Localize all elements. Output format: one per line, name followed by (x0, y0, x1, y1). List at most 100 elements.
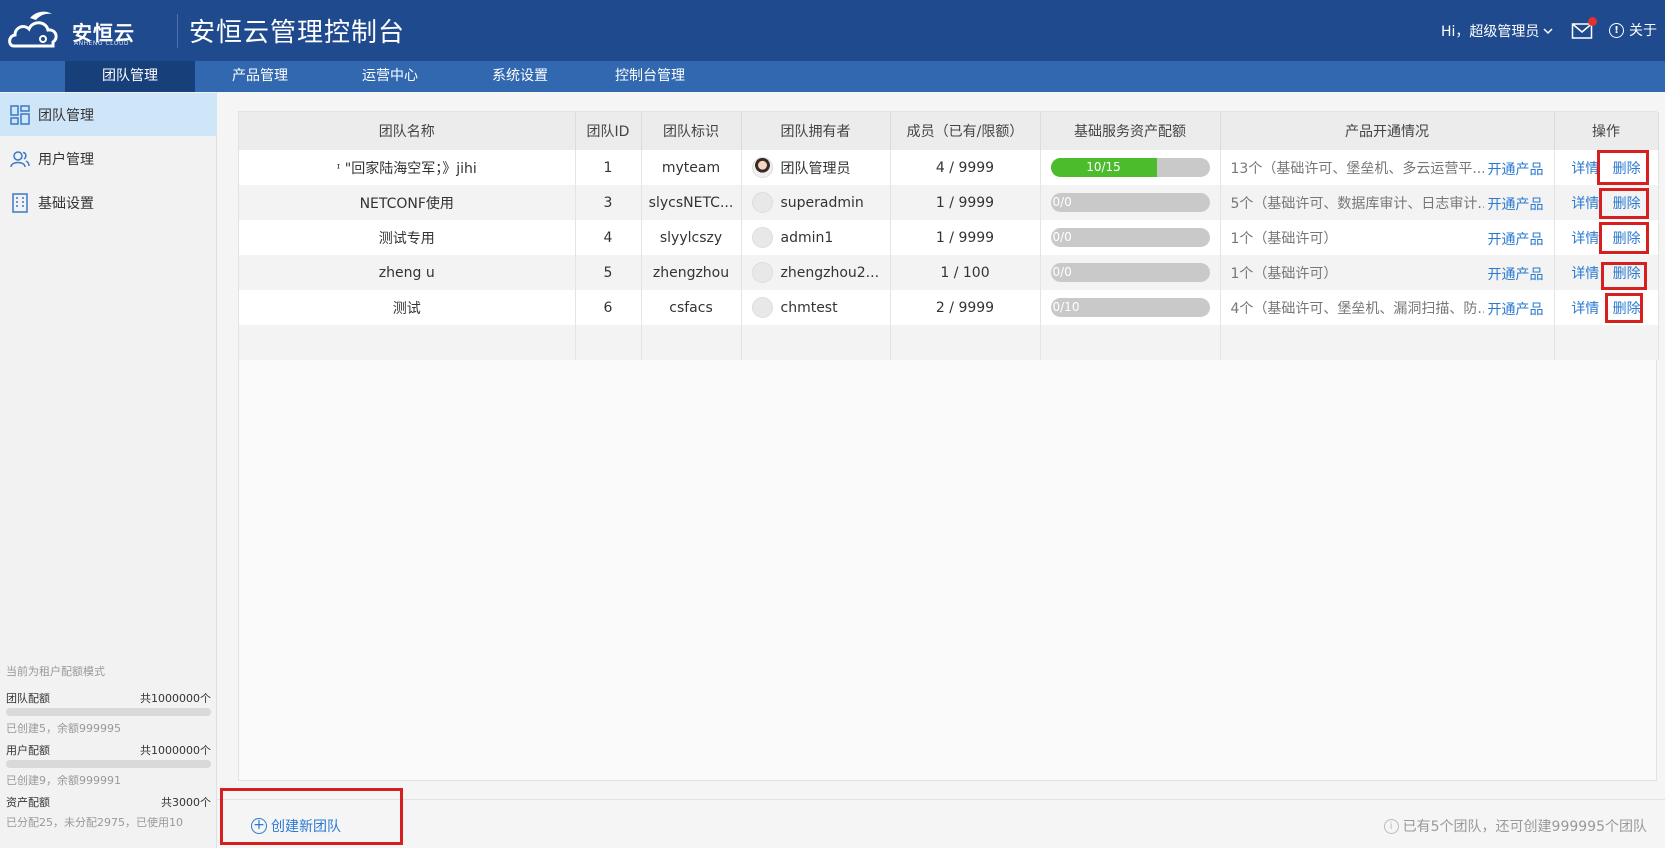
quota-label: 资产配额 (6, 796, 50, 809)
quota-progress-label: 0/0 (1052, 230, 1072, 244)
members-cell: 2 / 9999 (890, 290, 1041, 325)
quota-progress-bar: 0/0 (1050, 263, 1210, 282)
notification-badge (1588, 17, 1597, 26)
quota-progress-bar: 0/0 (1050, 193, 1210, 212)
team-id-cell: 6 (575, 290, 642, 325)
tab-operations-center[interactable]: 运营中心 (340, 61, 440, 92)
quota-progress-bar: 10/15 (1050, 158, 1210, 177)
product-summary: 13个（基础许可、堡垒机、多云运营平... (1230, 160, 1486, 177)
team-tag-cell: myteam (641, 150, 742, 185)
product-summary: 1个（基础许可） (1230, 265, 1338, 282)
detail-link[interactable]: 详情 (1571, 301, 1599, 317)
building-icon (12, 192, 28, 213)
open-product-link[interactable]: 开通产品 (1483, 299, 1544, 319)
footer-bar: + 创建新团队 i 已有5个团队，还可创建999995个团队 (217, 799, 1665, 848)
table-row: 测试专用 4 slyylcszy admin1 1 / 9999 0/0 1个（基础许可） 开… (239, 220, 1659, 255)
tab-system-settings[interactable]: 系统设置 (470, 61, 570, 92)
asset-quota-cell: 10/15 (1040, 150, 1221, 185)
tab-console-management[interactable]: 控制台管理 (600, 61, 700, 92)
column-header[interactable]: 团队ID (575, 112, 642, 150)
owner-name: chmtest (780, 299, 838, 316)
members-cell: 4 / 9999 (890, 150, 1041, 185)
team-id-cell: 5 (575, 255, 642, 290)
asset-quota-cell: 0/0 (1040, 255, 1221, 290)
sidebar-item-user-management[interactable]: 用户管理 (0, 137, 217, 180)
quota-label: 用户配额 (6, 744, 50, 757)
team-count-text: 已有5个团队，还可创建999995个团队 (1402, 819, 1647, 835)
asset-quota-cell: 0/0 (1040, 220, 1221, 255)
dashboard-grid-icon (10, 104, 30, 125)
tab-product-management[interactable]: 产品管理 (210, 61, 310, 92)
asset-quota-cell: 0/10 (1040, 290, 1221, 325)
asset-quota: 资产配额 共3000个 已分配25，未分配2975，已使用10 (6, 794, 211, 830)
team-name-cell: 测试专用 (239, 220, 576, 255)
owner-name: admin1 (780, 229, 834, 246)
column-header[interactable]: 团队拥有者 (741, 112, 891, 150)
column-header[interactable]: 团队名称 (239, 112, 576, 150)
user-menu[interactable]: Hi，超级管理员 (1441, 21, 1553, 41)
quota-progress-bar: 0/10 (1050, 298, 1210, 317)
info-icon: ! (1609, 22, 1624, 38)
column-header[interactable]: 产品开通情况 (1220, 112, 1555, 150)
quota-progress-label: 0/0 (1052, 265, 1072, 279)
owner-name: 团队管理员 (780, 160, 851, 177)
product-status-cell: 4个（基础许可、堡垒机、漏洞扫描、防... 开通产品 (1220, 290, 1555, 325)
quota-total: 共3000个 (161, 796, 211, 809)
chevron-down-icon (1543, 28, 1553, 35)
team-tag-cell: slycsNETC... (641, 185, 742, 220)
about-button[interactable]: ! 关于 (1609, 20, 1657, 40)
logo-subtext: ANHENG CLOUD (74, 40, 129, 47)
quota-total: 共1000000个 (140, 744, 211, 757)
team-name-cell: ᶦ "回家陆海空军；》jihi (239, 150, 576, 185)
avatar (751, 262, 773, 283)
open-product-link[interactable]: 开通产品 (1483, 229, 1544, 249)
detail-link[interactable]: 详情 (1571, 161, 1599, 177)
table-row: NETCONF使用 3 slycsNETC... superadmin 1 / 9999… (239, 185, 1659, 220)
user-quota: 用户配额 共1000000个 已创建9，余额999991 (6, 742, 211, 788)
column-header[interactable]: 操作 (1554, 112, 1659, 150)
detail-link[interactable]: 详情 (1571, 231, 1599, 247)
column-header[interactable]: 团队标识 (641, 112, 742, 150)
product-status-cell: 13个（基础许可、堡垒机、多云运营平... 开通产品 (1220, 150, 1555, 185)
product-summary: 1个（基础许可） (1230, 230, 1338, 247)
table-row: zheng u 5 zhengzhou zhengzhou2... 1 / 100 0/0… (239, 255, 1659, 290)
asset-quota-cell: 0/0 (1040, 185, 1221, 220)
product-status-cell: 1个（基础许可） 开通产品 (1220, 255, 1555, 290)
quota-mode-text: 当前为租户配额模式 (6, 665, 105, 678)
quota-total: 共1000000个 (140, 692, 211, 705)
team-tag-cell: zhengzhou (641, 255, 742, 290)
top-header: 安恒云 ANHENG CLOUD 安恒云管理控制台 Hi，超级管理员 ! 关于 (0, 0, 1665, 61)
table-row-empty (239, 325, 1659, 360)
open-product-link[interactable]: 开通产品 (1483, 264, 1544, 284)
detail-link[interactable]: 详情 (1571, 196, 1599, 212)
tab-team-management[interactable]: 团队管理 (65, 61, 195, 92)
avatar (751, 227, 773, 248)
open-product-link[interactable]: 开通产品 (1483, 159, 1544, 179)
open-product-link[interactable]: 开通产品 (1483, 194, 1544, 214)
team-count-info: i 已有5个团队，还可创建999995个团队 (1383, 816, 1647, 836)
team-name-cell: zheng u (239, 255, 576, 290)
sidebar-item-basic-settings[interactable]: 基础设置 (0, 181, 217, 224)
team-owner-cell: zhengzhou2... (741, 255, 891, 290)
highlight-box (1599, 188, 1649, 219)
user-greeting: Hi，超级管理员 (1441, 24, 1540, 40)
table-header-row: 团队名称 团队ID 团队标识 团队拥有者 成员（已有/限额） 基础服务资产配额 … (239, 112, 1659, 150)
avatar (751, 192, 773, 213)
team-tag-cell: slyylcszy (641, 220, 742, 255)
column-header[interactable]: 成员（已有/限额） (890, 112, 1041, 150)
quota-progress-label: 0/10 (1052, 300, 1080, 314)
quota-summary: 已创建5，余额999995 (6, 722, 121, 735)
quota-label: 团队配额 (6, 692, 50, 705)
top-nav: 团队管理 产品管理 运营中心 系统设置 控制台管理 (0, 61, 1665, 92)
detail-link[interactable]: 详情 (1571, 266, 1599, 282)
product-status-cell: 5个（基础许可、数据库审计、日志审计... 开通产品 (1220, 185, 1555, 220)
team-table: 团队名称 团队ID 团队标识 团队拥有者 成员（已有/限额） 基础服务资产配额 … (239, 112, 1659, 360)
team-owner-cell: chmtest (741, 290, 891, 325)
owner-name: zhengzhou2... (780, 264, 880, 281)
column-header[interactable]: 基础服务资产配额 (1040, 112, 1221, 150)
team-owner-cell: superadmin (741, 185, 891, 220)
members-cell: 1 / 9999 (890, 185, 1041, 220)
team-owner-cell: admin1 (741, 220, 891, 255)
team-quota: 团队配额 共1000000个 已创建5，余额999995 (6, 690, 211, 736)
sidebar-item-team-management[interactable]: 团队管理 (0, 93, 217, 136)
